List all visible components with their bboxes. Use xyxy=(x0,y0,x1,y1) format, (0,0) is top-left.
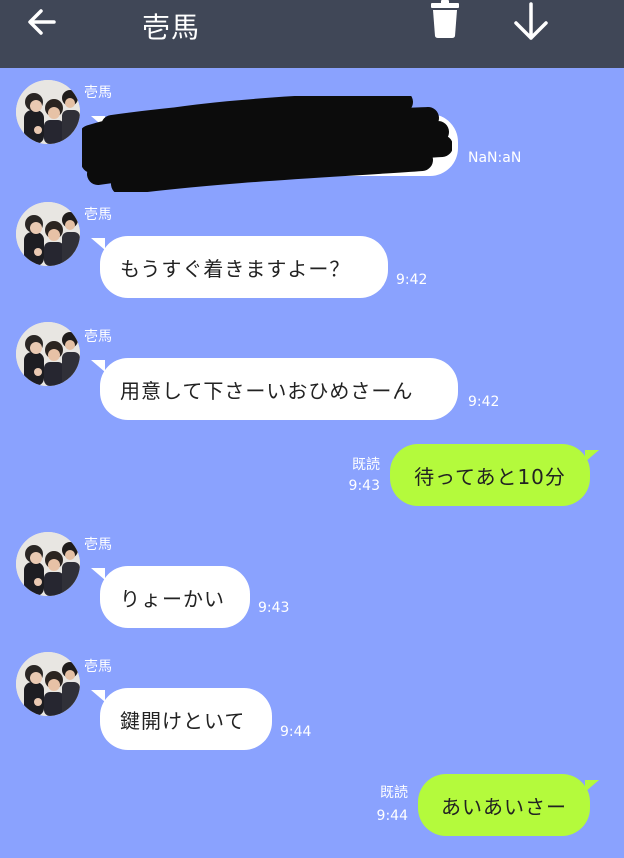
avatar[interactable] xyxy=(16,652,80,716)
avatar[interactable] xyxy=(16,322,80,386)
message-bubble[interactable]: 待ってあと10分 xyxy=(390,444,599,506)
avatar[interactable] xyxy=(16,202,80,266)
read-receipt: 既読 xyxy=(380,785,408,801)
arrow-left-icon[interactable] xyxy=(24,4,60,40)
message-text: 鍵開けといて xyxy=(120,708,246,733)
read-receipt: 既読 xyxy=(352,457,380,473)
redaction-scribble xyxy=(82,96,452,192)
sender-name: 壱馬 xyxy=(84,537,112,553)
message-bubble[interactable]: 用意して下さーいおひめさーん xyxy=(91,358,458,420)
message-text: りょーかい xyxy=(120,586,225,611)
message-bubble[interactable]: もうすぐ着きますよー？ xyxy=(91,236,388,298)
sender-name: 壱馬 xyxy=(84,329,112,345)
message-bubble[interactable]: あいあいさー xyxy=(418,774,599,836)
chat-title: 壱馬 xyxy=(142,11,201,44)
message-time: 9:42 xyxy=(396,272,428,288)
message-text: もうすぐ着きますよー？ xyxy=(120,256,351,281)
message-time: 9:42 xyxy=(468,394,500,410)
message-time: 9:43 xyxy=(258,600,290,616)
message-bubble[interactable]: 鍵開けといて xyxy=(91,688,272,750)
sender-name: 壱馬 xyxy=(84,207,112,223)
message-text: 用意して下さーいおひめさーん xyxy=(120,378,414,403)
avatar[interactable] xyxy=(16,532,80,596)
message-time: 9:44 xyxy=(376,808,408,824)
sender-name: 壱馬 xyxy=(84,659,112,675)
trash-icon[interactable] xyxy=(428,0,462,38)
chat-header: 壱馬 xyxy=(0,0,624,68)
message-text: 待ってあと10分 xyxy=(414,464,566,489)
avatar[interactable] xyxy=(16,80,80,144)
message-time: 9:44 xyxy=(280,724,312,740)
message-time: 9:43 xyxy=(348,478,380,494)
message-text: あいあいさー xyxy=(441,794,567,819)
message-time: NaN:aN xyxy=(468,150,522,166)
message-bubble[interactable]: りょーかい xyxy=(91,566,250,628)
arrow-down-icon[interactable] xyxy=(510,2,552,42)
